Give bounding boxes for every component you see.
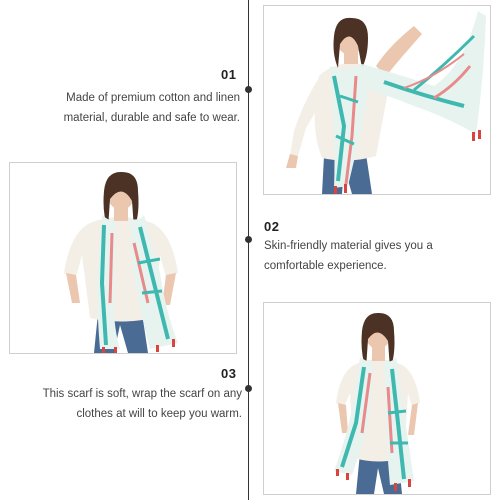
feature-line: This scarf is soft, wrap the scarf on an…	[42, 388, 242, 400]
feature-line: Skin-friendly material gives you a	[264, 240, 433, 252]
timeline-line	[248, 0, 249, 500]
feature-description: Skin-friendly material gives you a comfo…	[264, 236, 494, 276]
timeline-dot	[245, 86, 252, 93]
feature-number: 03	[221, 366, 237, 381]
feature-description: This scarf is soft, wrap the scarf on an…	[6, 384, 242, 424]
woman-with-scarf-photo	[334, 312, 420, 494]
woman-with-scarf-photo	[286, 11, 486, 194]
timeline-dot	[245, 236, 252, 243]
feature-line: clothes at will to keep you warm.	[76, 408, 242, 420]
woman-with-scarf-photo	[64, 171, 178, 353]
feature-line: Made of premium cotton and linen	[66, 92, 240, 104]
feature-description: Made of premium cotton and linen materia…	[10, 88, 240, 128]
product-photo-2	[9, 162, 237, 354]
product-photo-3	[263, 302, 491, 495]
feature-line: material, durable and safe to wear.	[63, 112, 240, 124]
feature-line: comfortable experience.	[264, 260, 387, 272]
product-photo-1	[263, 5, 491, 195]
feature-number: 02	[264, 219, 280, 234]
feature-number: 01	[221, 67, 237, 82]
timeline-dot	[245, 385, 252, 392]
